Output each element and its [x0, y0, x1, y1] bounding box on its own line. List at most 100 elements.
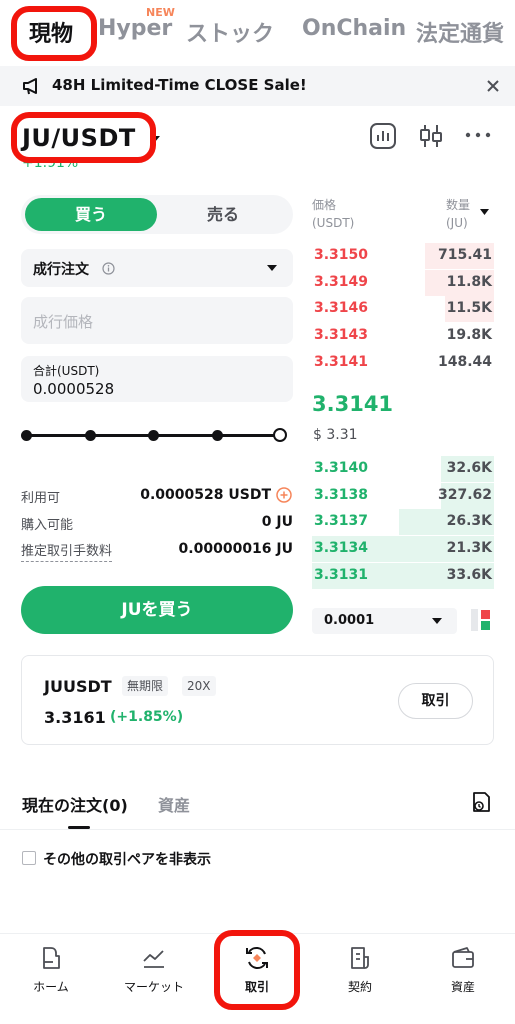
pair-change: +1.91% [22, 158, 79, 170]
nav-home[interactable]: ホーム [6, 945, 96, 995]
tab-assets[interactable]: 資産 [158, 792, 190, 816]
wallet-icon [452, 947, 474, 968]
price-placeholder: 成行価格 [33, 313, 94, 331]
ask-price: 3.3143 [314, 327, 369, 344]
bid-row[interactable]: 3.3140 32.6K [312, 456, 494, 482]
available-value: 0.0000528 USDT [140, 487, 271, 503]
announcement-bar[interactable]: 48H Limited-Time CLOSE Sale! [0, 66, 515, 106]
ask-price: 3.3149 [314, 273, 369, 290]
slider-stop-0[interactable] [21, 430, 32, 441]
ask-row[interactable]: 3.3150 715.41 [312, 243, 494, 269]
caret-down-icon [267, 265, 277, 271]
nav-assets-label: 資産 [450, 980, 475, 994]
fee-label[interactable]: 推定取引手数料 [21, 540, 113, 562]
precision-select[interactable]: 0.0001 [312, 608, 457, 634]
nav-market[interactable]: マーケット [109, 945, 199, 995]
orderbook-layout-icon[interactable] [471, 609, 493, 631]
slider-stop-100[interactable] [273, 428, 287, 442]
bid-quantity: 33.6K [446, 566, 492, 583]
tab-spot[interactable]: 現物 [29, 16, 73, 48]
pair-symbol: JU/USDT [22, 124, 136, 152]
ask-row[interactable]: 3.3149 11.8K [312, 269, 494, 296]
nav-assets[interactable]: 資産 [418, 945, 508, 995]
ask-quantity: 19.8K [446, 327, 492, 344]
nav-contract[interactable]: 契約 [315, 945, 405, 995]
bid-row[interactable]: 3.3137 26.3K [312, 509, 494, 536]
hide-other-pairs-label[interactable]: その他の取引ペアを非表示 [43, 849, 211, 869]
last-price-fiat: $ 3.31 [313, 427, 358, 443]
contract-icon [351, 947, 369, 969]
contract-trade-button[interactable]: 取引 [398, 683, 473, 719]
ask-quantity: 148.44 [437, 353, 492, 370]
buy-ju-button[interactable]: JUを買う [21, 586, 293, 634]
bid-quantity: 26.3K [446, 513, 492, 530]
home-icon [43, 947, 60, 969]
bid-quantity: 21.3K [446, 540, 492, 557]
nav-market-label: マーケット [123, 980, 184, 994]
bid-price: 3.3140 [314, 460, 369, 476]
megaphone-icon [23, 78, 37, 95]
candlestick-icon[interactable] [417, 122, 445, 150]
ask-price: 3.3146 [314, 300, 369, 317]
close-icon[interactable] [487, 80, 499, 92]
ask-price: 3.3150 [314, 247, 369, 263]
contract-symbol: JUUSDT [44, 677, 112, 696]
contract-price: 3.3161 [44, 708, 106, 727]
hide-other-pairs-checkbox[interactable] [22, 851, 36, 865]
slider-stop-50[interactable] [148, 430, 159, 441]
tab-fiat[interactable]: 法定通貨 [416, 16, 515, 48]
tab-onchain[interactable]: OnChain [302, 16, 406, 41]
bid-row[interactable]: 3.3138 327.62 [312, 482, 494, 509]
nav-home-label: ホーム [33, 980, 69, 994]
sell-tab[interactable]: 売る [157, 198, 289, 231]
tab-stock[interactable]: ストック [186, 16, 274, 48]
pair-selector[interactable]: JU/USDT [22, 124, 161, 152]
ask-row[interactable]: 3.3143 19.8K [312, 323, 494, 349]
ask-row[interactable]: 3.3141 148.44 [312, 350, 494, 376]
total-input[interactable]: 合計(USDT) 0.0000528 [21, 356, 293, 402]
tab-hyper[interactable]: Hyper [98, 16, 172, 41]
new-badge: NEW [146, 6, 175, 19]
bid-row[interactable]: 3.3134 21.3K [312, 536, 494, 563]
nav-trade-label: 取引 [244, 980, 269, 994]
ask-quantity: 715.41 [437, 247, 492, 263]
order-type-select[interactable]: 成行注文 [21, 249, 293, 287]
price-input[interactable]: 成行価格 [21, 297, 293, 344]
buyable-value: 0 JU [261, 514, 293, 530]
bid-price: 3.3137 [314, 513, 369, 530]
contract-change: (+1.85%) [110, 709, 184, 725]
total-value: 0.0000528 [33, 380, 115, 398]
order-type-label: 成行注文 [33, 262, 89, 278]
divider [0, 829, 515, 830]
bid-quantity: 32.6K [446, 460, 492, 476]
ask-row[interactable]: 3.3146 11.5K [312, 296, 494, 323]
bid-quantity: 327.62 [437, 486, 492, 503]
caret-down-icon [149, 136, 160, 142]
order-history-icon[interactable] [470, 791, 492, 813]
available-label: 利用可 [21, 491, 61, 506]
slider-stop-25[interactable] [85, 430, 96, 441]
announcement-text: 48H Limited-Time CLOSE Sale! [52, 76, 307, 94]
more-icon[interactable] [465, 132, 491, 138]
nav-contract-label: 契約 [347, 980, 372, 994]
chart-icon[interactable] [369, 122, 397, 150]
fee-value: 0.00000016 JU [178, 541, 293, 557]
market-chart-icon [143, 950, 164, 968]
qty-header[interactable]: 数量 (JU) [446, 196, 470, 232]
precision-value: 0.0001 [324, 613, 375, 628]
ask-quantity: 11.8K [446, 273, 492, 290]
caret-down-icon[interactable] [480, 209, 489, 215]
perpetual-card[interactable]: JUUSDT 無期限 20X 3.3161 (+1.85%) 取引 [21, 655, 494, 745]
info-icon[interactable] [102, 262, 115, 275]
nav-trade[interactable]: 取引 [212, 945, 302, 995]
bid-price: 3.3134 [314, 540, 369, 557]
tab-open-orders[interactable]: 現在の注文(0) [22, 792, 128, 816]
caret-down-icon [432, 618, 442, 624]
buy-tab[interactable]: 買う [25, 198, 157, 231]
add-funds-icon[interactable] [276, 487, 292, 503]
slider-stop-75[interactable] [212, 430, 223, 441]
bid-price: 3.3131 [314, 566, 369, 583]
perpetual-tag: 無期限 [122, 676, 169, 696]
bid-row[interactable]: 3.3131 33.6K [312, 562, 494, 589]
total-label: 合計(USDT) [33, 364, 100, 378]
